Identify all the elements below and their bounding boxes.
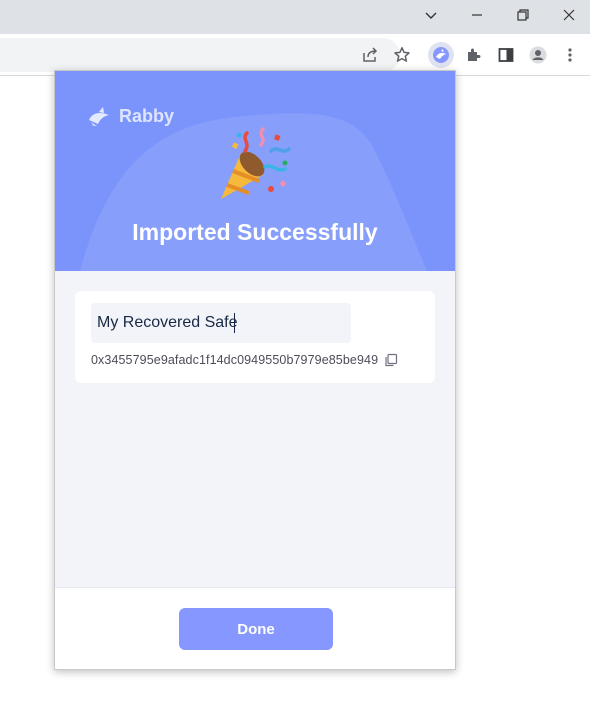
extensions-puzzle-icon: [468, 48, 481, 61]
tab-search-button[interactable]: [408, 0, 454, 30]
party-popper-icon: [221, 127, 291, 199]
share-icon: [363, 47, 378, 62]
popup-footer: Done: [55, 587, 455, 669]
profile-icon: [529, 46, 547, 64]
copy-icon[interactable]: [384, 353, 398, 367]
text-caret: [234, 313, 235, 333]
close-icon: [563, 9, 575, 21]
brand-name: Rabby: [119, 105, 175, 126]
success-title: Imported Successfully: [132, 219, 378, 245]
extensions-button[interactable]: [461, 42, 487, 68]
rabby-brand: Rabby: [87, 105, 174, 127]
restore-button[interactable]: [500, 0, 546, 30]
profile-button[interactable]: [525, 42, 551, 68]
more-menu-icon: [568, 48, 572, 62]
browser-titlebar: [0, 0, 590, 34]
close-window-button[interactable]: [546, 0, 590, 30]
account-name-input[interactable]: [91, 303, 351, 343]
account-address: 0x3455795e9afadc1f14dc0949550b7979e85be9…: [91, 353, 379, 367]
bookmark-star-icon: [394, 47, 410, 62]
minimize-icon: [472, 14, 482, 16]
rabby-popup: Rabby Imported Successfully 0x3455795e9a…: [54, 70, 456, 670]
address-bar[interactable]: [0, 38, 400, 72]
account-card: 0x3455795e9afadc1f14dc0949550b7979e85be9…: [75, 291, 435, 383]
side-panel-icon: [498, 48, 514, 62]
success-hero: Rabby Imported Successfully: [55, 71, 455, 271]
side-panel-button[interactable]: [493, 42, 519, 68]
rabbit-logo-icon: [89, 107, 109, 126]
rabby-extension-button[interactable]: [428, 42, 454, 68]
done-button[interactable]: Done: [179, 608, 333, 650]
address-row: 0x3455795e9afadc1f14dc0949550b7979e85be9…: [91, 353, 398, 367]
minimize-button[interactable]: [454, 0, 500, 30]
rabby-extension-icon: [433, 47, 449, 63]
more-menu-button[interactable]: [557, 42, 583, 68]
chevron-down-icon: [425, 12, 437, 19]
bookmark-button[interactable]: [389, 42, 415, 68]
restore-icon: [517, 9, 529, 21]
share-button[interactable]: [357, 42, 383, 68]
